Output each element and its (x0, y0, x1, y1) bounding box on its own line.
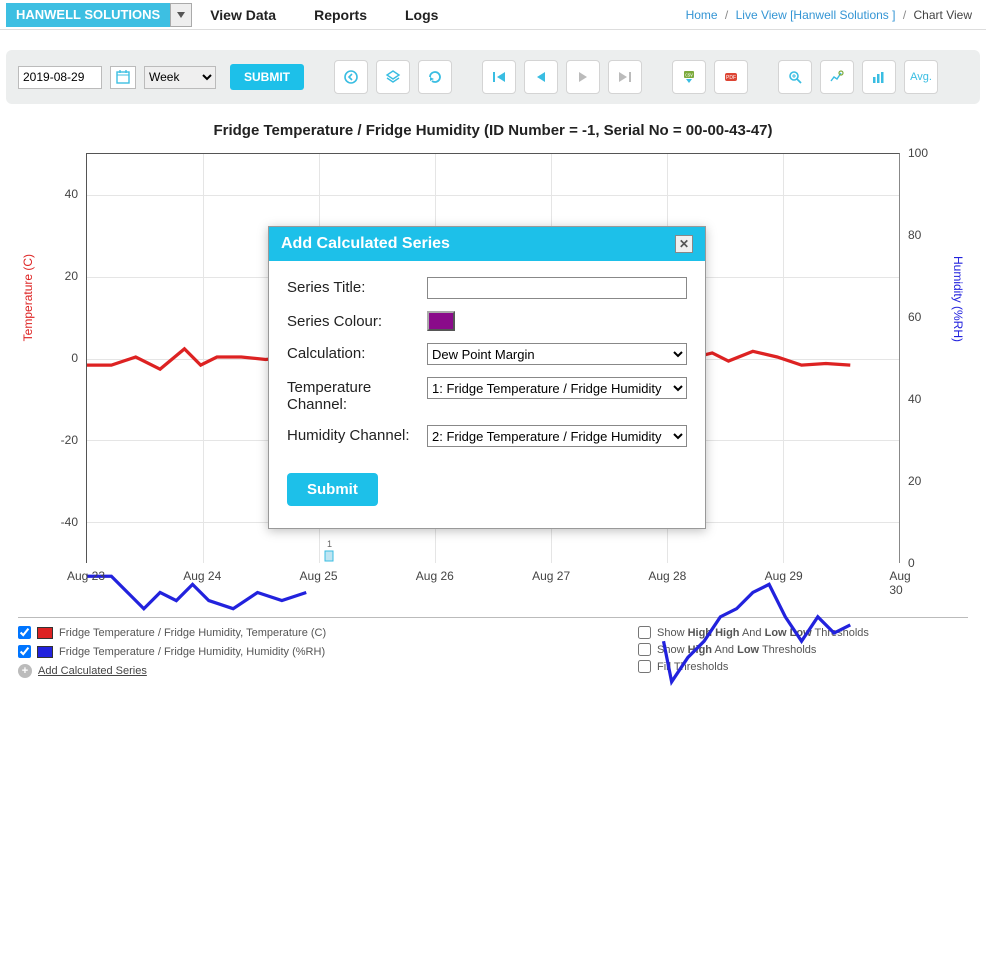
pdf-export-icon[interactable]: PDF (714, 60, 748, 94)
calculation-select[interactable]: Dew Point Margin (427, 343, 687, 365)
hum-channel-select[interactable]: 2: Fridge Temperature / Fridge Humidity (427, 425, 687, 447)
first-icon[interactable] (482, 60, 516, 94)
label-temp-channel: Temperature Channel: (287, 377, 427, 413)
modal-header: Add Calculated Series ✕ (269, 227, 705, 261)
avg-button[interactable]: Avg. (904, 60, 938, 94)
legend-s1-check[interactable] (18, 626, 31, 639)
label-series-colour: Series Colour: (287, 311, 427, 330)
breadcrumb-current: Chart View (914, 8, 972, 22)
controls-row: Week SUBMIT csv PDF Avg. (6, 50, 980, 104)
close-icon[interactable]: ✕ (675, 235, 693, 253)
breadcrumb-live[interactable]: Live View [Hanwell Solutions ] (736, 8, 896, 22)
brand-dropdown[interactable] (170, 3, 192, 27)
prev-icon[interactable] (524, 60, 558, 94)
chart-title: Fridge Temperature / Fridge Humidity (ID… (0, 122, 986, 139)
series-colour-picker[interactable] (427, 311, 455, 331)
brand-label: HANWELL SOLUTIONS (6, 3, 170, 27)
right-axis: 100 80 60 40 20 0 (908, 153, 968, 563)
temp-channel-select[interactable]: 1: Fridge Temperature / Fridge Humidity (427, 377, 687, 399)
range-select[interactable]: Week (144, 66, 216, 89)
marker-1[interactable]: 1 (322, 539, 336, 565)
swatch-red (37, 627, 53, 639)
menu-view-data[interactable]: View Data (210, 7, 276, 23)
legend-s2-check[interactable] (18, 645, 31, 658)
settings-chart-icon[interactable] (820, 60, 854, 94)
breadcrumb: Home / Live View [Hanwell Solutions ] / … (686, 8, 980, 22)
menu-logs[interactable]: Logs (405, 7, 438, 23)
swatch-blue (37, 646, 53, 658)
top-bar: HANWELL SOLUTIONS View Data Reports Logs… (0, 0, 986, 30)
submit-button[interactable]: SUBMIT (230, 64, 304, 90)
last-icon[interactable] (608, 60, 642, 94)
modal-title: Add Calculated Series (281, 235, 450, 253)
calendar-icon[interactable] (110, 66, 136, 89)
series-title-input[interactable] (427, 277, 687, 299)
label-calculation: Calculation: (287, 343, 427, 362)
layers-icon[interactable] (376, 60, 410, 94)
next-icon[interactable] (566, 60, 600, 94)
refresh-icon[interactable] (418, 60, 452, 94)
add-series-modal: Add Calculated Series ✕ Series Title: Se… (268, 226, 706, 529)
modal-submit-button[interactable]: Submit (287, 473, 378, 506)
x-axis: Aug 23 Aug 24 Aug 25 Aug 26 Aug 27 Aug 2… (86, 569, 900, 589)
label-hum-channel: Humidity Channel: (287, 425, 427, 444)
menu-reports[interactable]: Reports (314, 7, 367, 23)
csv-export-icon[interactable]: csv (672, 60, 706, 94)
svg-text:csv: csv (685, 73, 693, 79)
date-input[interactable] (18, 66, 102, 89)
back-icon[interactable] (334, 60, 368, 94)
bar-chart-icon[interactable] (862, 60, 896, 94)
zoom-icon[interactable] (778, 60, 812, 94)
plus-icon: + (18, 664, 32, 678)
left-axis: 40 20 0 -20 -40 (18, 153, 78, 563)
svg-text:PDF: PDF (726, 75, 736, 81)
label-series-title: Series Title: (287, 277, 427, 296)
breadcrumb-home[interactable]: Home (686, 8, 718, 22)
